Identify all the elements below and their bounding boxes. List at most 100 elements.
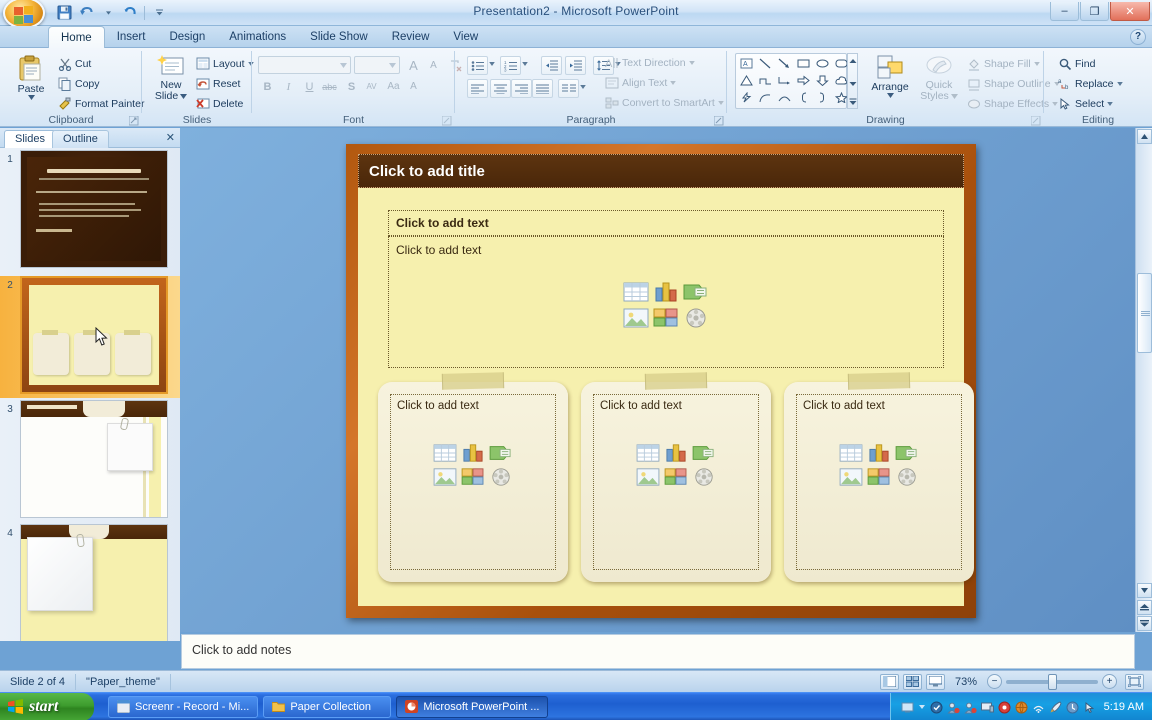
card-1-placeholder[interactable]: Click to add text bbox=[390, 394, 556, 570]
scroll-up-button[interactable] bbox=[1137, 129, 1152, 144]
help-icon[interactable]: ? bbox=[1130, 29, 1146, 45]
tray-expand-icon[interactable] bbox=[918, 703, 926, 711]
increase-indent-button[interactable] bbox=[565, 56, 586, 75]
paragraph-dialog-launcher[interactable] bbox=[714, 116, 724, 126]
zoom-level-label[interactable]: 73% bbox=[949, 676, 983, 688]
paste-button[interactable]: Paste bbox=[8, 54, 54, 100]
slide-thumbnail-frame[interactable] bbox=[20, 150, 168, 268]
layout-button[interactable]: Layout bbox=[194, 55, 256, 73]
shape-rectangle-icon[interactable] bbox=[794, 55, 813, 72]
slide-thumbnail-4[interactable]: 4 bbox=[0, 524, 180, 641]
quick-styles-dropdown-icon[interactable] bbox=[951, 94, 958, 99]
text-direction-button[interactable]: A Text Direction bbox=[603, 54, 697, 72]
show-desktop-icon[interactable] bbox=[901, 701, 914, 714]
insert-table-icon[interactable] bbox=[636, 443, 660, 463]
slide-thumbnail-list[interactable]: 1 2 bbox=[0, 148, 180, 641]
taskbar-item-screenr[interactable]: Screenr - Record - Mi... bbox=[108, 696, 258, 718]
align-text-dropdown-icon[interactable] bbox=[670, 81, 676, 85]
notes-pane[interactable]: Click to add notes bbox=[181, 634, 1135, 669]
format-painter-button[interactable]: Format Painter bbox=[56, 95, 146, 113]
insert-picture-icon[interactable] bbox=[636, 467, 660, 487]
font-name-dropdown-icon[interactable] bbox=[340, 63, 347, 68]
convert-to-smartart-button[interactable]: Convert to SmartArt bbox=[603, 94, 726, 112]
body-placeholder-heading[interactable]: Click to add text bbox=[388, 210, 944, 236]
text-direction-dropdown-icon[interactable] bbox=[689, 61, 695, 65]
shape-fill-dropdown-icon[interactable] bbox=[1034, 62, 1040, 66]
shape-triangle-icon[interactable] bbox=[737, 72, 756, 89]
tab-home[interactable]: Home bbox=[48, 26, 105, 48]
slide-thumbnail-frame-selected[interactable] bbox=[20, 276, 168, 394]
font-name-input[interactable] bbox=[258, 56, 351, 74]
bullets-dropdown-icon[interactable] bbox=[489, 62, 495, 66]
insert-clipart-icon[interactable] bbox=[867, 467, 891, 487]
scroll-down-button[interactable] bbox=[1137, 583, 1152, 598]
align-center-button[interactable] bbox=[490, 79, 511, 98]
taskbar-item-paper-collection[interactable]: Paper Collection bbox=[263, 696, 391, 718]
normal-view-button[interactable] bbox=[880, 674, 899, 690]
network-user2-icon[interactable] bbox=[964, 701, 977, 714]
slide-thumbnail-3[interactable]: 3 bbox=[0, 400, 180, 522]
shapes-gallery[interactable]: A bbox=[735, 53, 847, 109]
slide-vertical-scrollbar[interactable] bbox=[1135, 128, 1152, 632]
globe-icon[interactable] bbox=[1015, 701, 1028, 714]
insert-clipart-icon[interactable] bbox=[664, 467, 688, 487]
insert-chart-icon[interactable] bbox=[867, 443, 891, 463]
font-size-input[interactable] bbox=[354, 56, 400, 74]
slide-thumbnail-frame[interactable] bbox=[20, 524, 168, 641]
clock[interactable]: 5:19 AM bbox=[1100, 701, 1144, 713]
insert-smartart-icon[interactable] bbox=[489, 443, 513, 463]
monitor-icon[interactable] bbox=[981, 701, 994, 714]
fit-slide-to-window-button[interactable] bbox=[1125, 674, 1144, 690]
align-text-button[interactable]: Align Text bbox=[603, 74, 678, 92]
tab-design[interactable]: Design bbox=[157, 26, 217, 48]
insert-chart-icon[interactable] bbox=[461, 443, 485, 463]
card-2-placeholder[interactable]: Click to add text bbox=[593, 394, 759, 570]
underline-button[interactable]: U bbox=[300, 77, 319, 96]
note-card-3[interactable]: Click to add text bbox=[784, 382, 974, 582]
align-left-button[interactable] bbox=[467, 79, 488, 98]
shape-textbox-icon[interactable]: A bbox=[737, 55, 756, 72]
italic-button[interactable]: I bbox=[279, 77, 298, 96]
shapes-scroll-up-icon[interactable] bbox=[849, 55, 857, 67]
scrollbar-thumb[interactable] bbox=[1137, 273, 1152, 353]
shape-right-brace-icon[interactable] bbox=[813, 89, 832, 106]
new-slide-dropdown-icon[interactable] bbox=[180, 94, 187, 99]
arrange-dropdown-icon[interactable] bbox=[887, 93, 894, 98]
align-right-button[interactable] bbox=[511, 79, 532, 98]
paste-dropdown-icon[interactable] bbox=[28, 95, 35, 100]
tab-outline[interactable]: Outline bbox=[52, 130, 109, 148]
slide-thumbnail-1[interactable]: 1 bbox=[0, 150, 180, 272]
shape-fill-button[interactable]: Shape Fill bbox=[965, 55, 1042, 73]
body-placeholder-content[interactable]: Click to add text bbox=[388, 236, 944, 368]
insert-table-icon[interactable] bbox=[839, 443, 863, 463]
current-slide[interactable]: Click to add title Click to add text Cli… bbox=[346, 144, 976, 618]
insert-smartart-icon[interactable] bbox=[692, 443, 716, 463]
tab-view[interactable]: View bbox=[441, 26, 490, 48]
previous-slide-button[interactable] bbox=[1137, 600, 1152, 615]
shape-arc-icon[interactable] bbox=[775, 89, 794, 106]
shape-lightning-icon[interactable] bbox=[737, 89, 756, 106]
shape-curve-icon[interactable] bbox=[756, 89, 775, 106]
tab-slides[interactable]: Slides bbox=[4, 130, 56, 148]
tab-slide-show[interactable]: Slide Show bbox=[298, 26, 380, 48]
insert-table-icon[interactable] bbox=[433, 443, 457, 463]
insert-media-clip-icon[interactable] bbox=[683, 307, 709, 329]
numbering-button[interactable]: 1 2 3 bbox=[500, 56, 521, 75]
insert-clipart-icon[interactable] bbox=[653, 307, 679, 329]
shape-left-brace-icon[interactable] bbox=[794, 89, 813, 106]
reset-button[interactable]: Reset bbox=[194, 75, 242, 93]
tab-review[interactable]: Review bbox=[380, 26, 442, 48]
maximize-button[interactable]: ❐ bbox=[1080, 2, 1109, 21]
quick-styles-button[interactable]: Quick Styles bbox=[915, 54, 963, 102]
font-size-dropdown-icon[interactable] bbox=[389, 63, 396, 68]
slide-thumbnail-frame[interactable] bbox=[20, 400, 168, 518]
insert-picture-icon[interactable] bbox=[623, 307, 649, 329]
update-icon[interactable] bbox=[1066, 701, 1079, 714]
character-spacing-button[interactable]: AV bbox=[362, 77, 381, 96]
tab-insert[interactable]: Insert bbox=[105, 26, 158, 48]
tab-animations[interactable]: Animations bbox=[217, 26, 298, 48]
insert-media-clip-icon[interactable] bbox=[489, 467, 513, 487]
insert-chart-icon[interactable] bbox=[664, 443, 688, 463]
font-color-button[interactable]: A bbox=[410, 81, 417, 92]
replace-button[interactable]: a b Replace bbox=[1056, 75, 1125, 93]
